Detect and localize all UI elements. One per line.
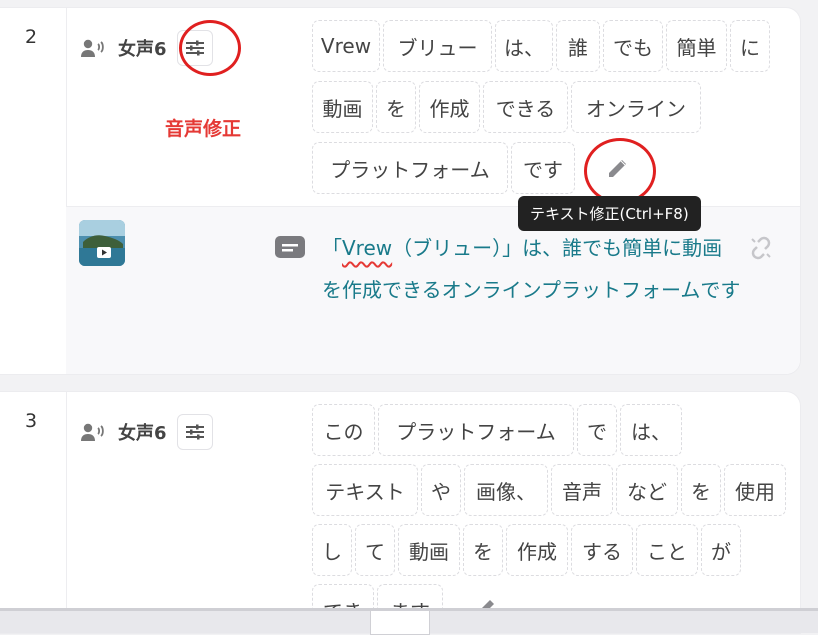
taskbar-item[interactable] — [370, 610, 430, 635]
speaker-row: 女声6 — [80, 414, 213, 450]
clip-card-3: 3 女声6 この プラットフォーム で は、 テキスト や 画像、 音声 など … — [0, 392, 800, 633]
clip-card-2: 2 女声6 音声修正 Vrew ブリュー は、 誰 でも 簡単 に 動画 を 作… — [0, 8, 800, 374]
word-token[interactable]: 誰 — [556, 20, 600, 72]
subtitle-text[interactable]: 「Vrew（ブリュー）」は、誰でも簡単に動画を作成できるオンラインプラットフォー… — [322, 227, 742, 311]
word-token[interactable]: し — [312, 524, 352, 576]
speaker-voice-icon[interactable] — [80, 422, 106, 442]
word-token[interactable]: 使用 — [724, 464, 786, 516]
word-token[interactable]: 簡単 — [666, 20, 727, 72]
word-tokens: Vrew ブリュー は、 誰 でも 簡単 に 動画 を 作成 できる オンライン… — [312, 20, 790, 200]
tooltip-edit-text: テキスト修正(Ctrl+F8) — [518, 196, 701, 231]
word-token[interactable]: です — [511, 142, 575, 194]
word-token[interactable]: プラットフォーム — [312, 142, 508, 194]
word-token[interactable]: を — [463, 524, 503, 576]
word-token[interactable]: が — [701, 524, 741, 576]
annotation-circle-edit — [584, 138, 656, 204]
sliders-icon — [185, 424, 204, 440]
word-token[interactable]: に — [730, 20, 770, 72]
word-token[interactable]: は、 — [495, 20, 553, 72]
word-token[interactable]: でも — [603, 20, 663, 72]
word-token[interactable]: する — [571, 524, 633, 576]
word-token[interactable]: プラットフォーム — [378, 404, 574, 456]
annotation-circle-voice — [179, 20, 241, 76]
word-token[interactable]: 作成 — [419, 81, 480, 133]
word-token[interactable]: 動画 — [398, 524, 460, 576]
word-token[interactable]: 動画 — [312, 81, 373, 133]
thumbnail-image — [79, 220, 125, 266]
speaker-name[interactable]: 女声6 — [118, 419, 167, 445]
word-token[interactable]: で — [577, 404, 617, 456]
video-thumbnail[interactable] — [79, 220, 125, 266]
word-token[interactable]: できる — [483, 81, 568, 133]
word-token[interactable]: こと — [636, 524, 698, 576]
word-token[interactable]: Vrew — [312, 20, 380, 72]
word-token[interactable]: を — [681, 464, 721, 516]
word-tokens: この プラットフォーム で は、 テキスト や 画像、 音声 など を 使用 し… — [312, 404, 790, 633]
word-token[interactable]: は、 — [620, 404, 682, 456]
word-token[interactable]: など — [616, 464, 678, 516]
word-token[interactable]: 音声 — [551, 464, 613, 516]
clip-number: 3 — [0, 392, 67, 633]
speaker-name[interactable]: 女声6 — [118, 35, 167, 61]
annotation-voice-edit: 音声修正 — [165, 118, 242, 140]
word-token[interactable]: て — [355, 524, 395, 576]
word-token[interactable]: 作成 — [506, 524, 568, 576]
word-token[interactable]: オンライン — [571, 81, 701, 133]
word-token[interactable]: を — [376, 81, 416, 133]
speaker-voice-icon[interactable] — [80, 38, 106, 58]
clip-number: 2 — [0, 8, 67, 374]
voice-settings-button[interactable] — [176, 414, 213, 450]
word-token[interactable]: ブリュー — [383, 20, 492, 72]
subtitle-area: 「Vrew（ブリュー）」は、誰でも簡単に動画を作成できるオンラインプラットフォー… — [66, 207, 800, 374]
subtitle-icon — [275, 236, 305, 258]
word-token[interactable]: テキスト — [312, 464, 418, 516]
word-token[interactable]: 画像、 — [464, 464, 548, 516]
unlink-icon[interactable] — [747, 234, 775, 262]
word-token[interactable]: や — [421, 464, 461, 516]
word-token[interactable]: この — [312, 404, 375, 456]
